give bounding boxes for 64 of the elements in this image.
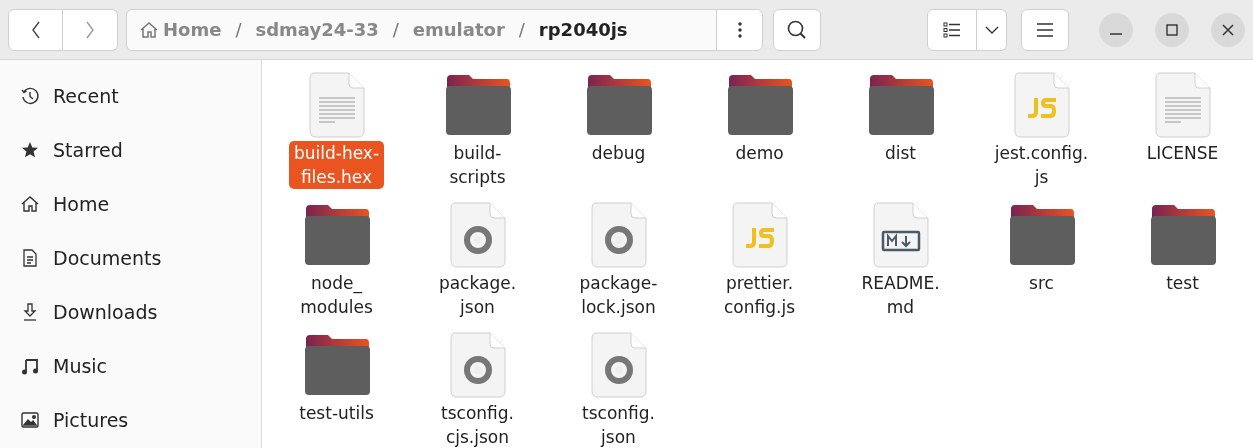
json-file-icon[interactable] [590,202,647,268]
close-icon [1222,23,1234,36]
sidebar-item[interactable]: Recent [0,69,261,123]
file-name[interactable]: demo [730,141,789,165]
markdown-file-icon[interactable] [872,202,929,268]
home-icon [139,19,159,40]
file-name[interactable]: test-utils [294,401,379,425]
file-name[interactable]: build-hex- files.hex [288,141,385,189]
home-icon [20,194,40,214]
close-button[interactable] [1211,12,1245,47]
folder-icon[interactable] [1149,202,1216,268]
file-name[interactable]: LICENSE [1141,141,1224,165]
folder-icon[interactable] [1008,202,1075,268]
json-file-icon[interactable] [449,332,506,398]
file-name[interactable]: tsconfig. cjs.json [436,401,519,448]
search-icon [786,18,808,41]
sidebar-item[interactable]: Pictures [0,393,261,447]
document-icon [20,248,40,268]
file-name[interactable]: src [1024,271,1059,295]
menu-icon [1036,22,1054,37]
vertical-dots-icon [737,21,742,38]
file-name[interactable]: jest.config. js [989,141,1094,189]
file-name[interactable]: README. md [856,271,945,319]
chevron-right-icon [84,20,96,39]
sidebar-item[interactable]: Music [0,339,261,393]
file-name[interactable]: node_ modules [295,271,378,319]
picture-icon [20,410,40,430]
list-view-button[interactable] [927,8,977,51]
file-name[interactable]: package- lock.json [574,271,663,319]
music-note-icon [20,356,40,376]
sidebar-item[interactable]: Starred [0,123,261,177]
search-button[interactable] [773,8,821,51]
sidebar-item[interactable]: Documents [0,231,261,285]
path-separator: / [392,19,399,40]
clock-icon [20,86,40,106]
file-name[interactable]: test [1161,271,1204,295]
folder-icon[interactable] [303,332,370,398]
json-file-icon[interactable] [590,332,647,398]
sidebar-item[interactable]: Downloads [0,285,261,339]
chevron-down-icon [984,24,999,35]
chevron-left-icon [29,20,42,39]
file-name[interactable]: tsconfig. json [577,401,660,448]
folder-icon[interactable] [444,72,511,138]
view-options-button[interactable] [977,8,1007,51]
json-file-icon[interactable] [449,202,506,268]
file-name[interactable]: debug [586,141,651,165]
menu-button[interactable] [1021,8,1069,51]
folder-icon[interactable] [585,72,652,138]
path-separator: / [235,19,242,40]
maximize-icon [1166,23,1178,36]
list-icon [943,21,961,38]
path-separator: / [518,19,525,40]
maximize-button[interactable] [1155,12,1189,47]
minimize-icon [1110,33,1122,35]
star-icon [20,140,40,160]
file-name[interactable]: build- scripts [444,141,511,189]
folder-icon[interactable] [303,202,370,268]
sidebar-item[interactable]: Home [0,177,261,231]
folder-icon[interactable] [867,72,934,138]
folder-icon[interactable] [726,72,793,138]
path-segment[interactable]: rp2040js [538,19,628,40]
file-name[interactable]: dist [879,141,921,165]
file-name[interactable]: package. json [433,271,522,319]
file-name[interactable]: prettier. config.js [719,271,800,319]
